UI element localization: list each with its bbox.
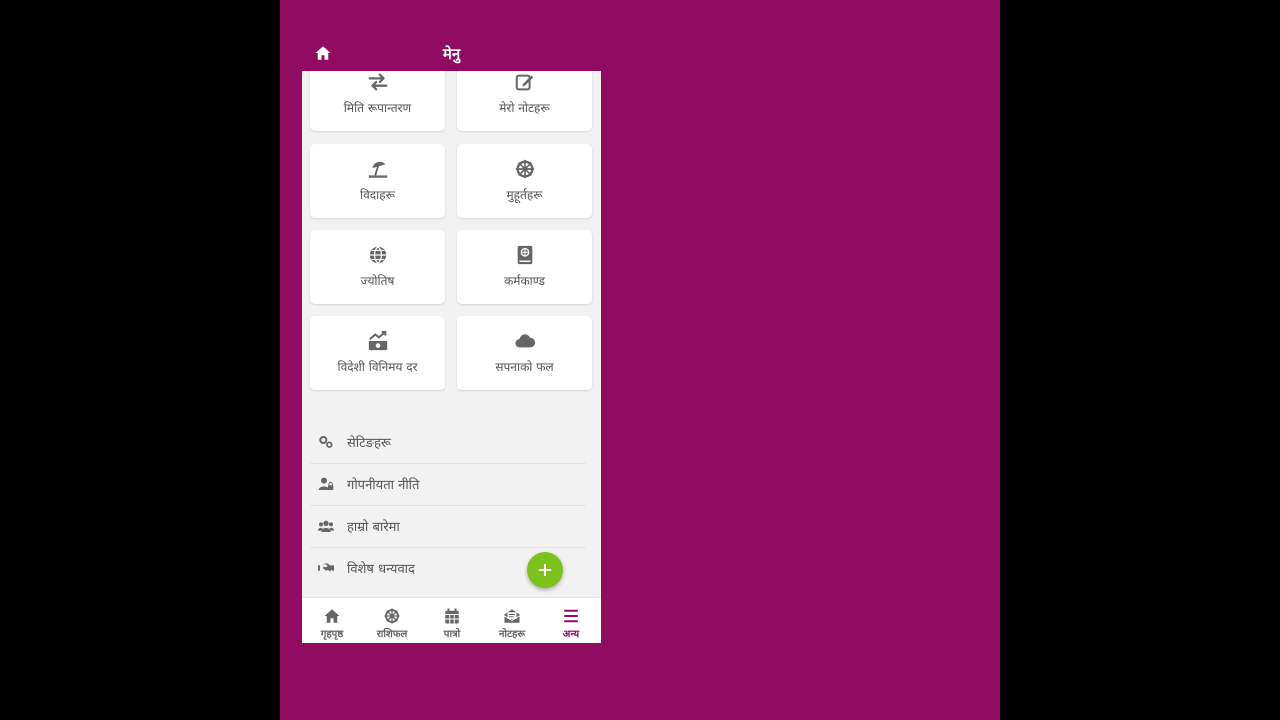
card-label: ज्योतिष (360, 274, 395, 288)
menu-bars-icon (562, 607, 580, 625)
nav-home[interactable]: गृहपृष्ठ (302, 598, 362, 643)
card-date-conversion[interactable]: मिति रूपान्तरण (310, 71, 445, 131)
nav-label: नोटहरू (498, 629, 526, 640)
edit-note-icon (457, 71, 592, 93)
holy-book-icon (457, 244, 592, 266)
list-item-settings[interactable]: सेटिङहरू (310, 421, 586, 464)
home-icon (323, 607, 341, 625)
card-rituals[interactable]: कर्मकाण्ड (457, 230, 592, 304)
nav-horoscope[interactable]: राशिफल (362, 598, 422, 643)
card-foreign-exchange[interactable]: विदेशी विनिमय दर (310, 316, 445, 390)
nav-label: गृहपृष्ठ (320, 629, 344, 640)
money-trend-icon (310, 330, 445, 352)
card-label: मेरो नोटहरू (499, 101, 550, 115)
card-holidays[interactable]: विदाहरू (310, 144, 445, 218)
list-item-label: सेटिङहरू (347, 436, 391, 451)
plus-icon (538, 563, 552, 577)
list-item-label: विशेष धन्यवाद (347, 562, 415, 577)
nav-notes[interactable]: नोटहरू (482, 598, 542, 643)
card-dream-meaning[interactable]: सपनाको फल (457, 316, 592, 390)
nav-calendar[interactable]: पात्रो (422, 598, 482, 643)
card-astrology[interactable]: ज्योतिष (310, 230, 445, 304)
card-label: सपनाको फल (495, 360, 554, 374)
nav-other[interactable]: अन्य (541, 598, 601, 643)
card-auspicious-times[interactable]: मुहूर्तहरू (457, 144, 592, 218)
list-item-about-us[interactable]: हाम्रो बारेमा (310, 505, 586, 548)
card-label: विदेशी विनिमय दर (337, 360, 418, 374)
globe-icon (310, 244, 445, 266)
bottom-navigation: गृहपृष्ठ राशिफल पात्रो नोटहरू अन्य (302, 597, 601, 643)
nav-label: अन्य (562, 629, 580, 640)
dharma-wheel-icon (383, 607, 401, 625)
exchange-arrows-icon (310, 71, 445, 93)
user-lock-icon (318, 476, 334, 492)
add-button[interactable] (527, 552, 563, 588)
card-label: मिति रूपान्तरण (343, 101, 412, 115)
beach-umbrella-icon (310, 158, 445, 180)
app-header: मेनु (302, 32, 601, 72)
calendar-icon (443, 607, 461, 625)
cloud-icon (457, 330, 592, 352)
nav-label: पात्रो (443, 629, 461, 640)
dharma-wheel-icon (457, 158, 592, 180)
gears-icon (318, 434, 334, 450)
list-item-label: हाम्रो बारेमा (347, 520, 400, 535)
nav-label: राशिफल (376, 629, 408, 640)
users-icon (318, 518, 334, 534)
list-item-label: गोपनीयता नीति (347, 478, 420, 493)
page-title: मेनु (442, 45, 461, 63)
card-label: कर्मकाण्ड (504, 274, 545, 288)
handshake-icon (318, 560, 334, 576)
card-label: मुहूर्तहरू (506, 188, 543, 202)
card-my-notes[interactable]: मेरो नोटहरू (457, 71, 592, 131)
envelope-note-icon (503, 607, 521, 625)
list-item-privacy-policy[interactable]: गोपनीयता नीति (310, 463, 586, 506)
card-label: विदाहरू (360, 188, 395, 202)
